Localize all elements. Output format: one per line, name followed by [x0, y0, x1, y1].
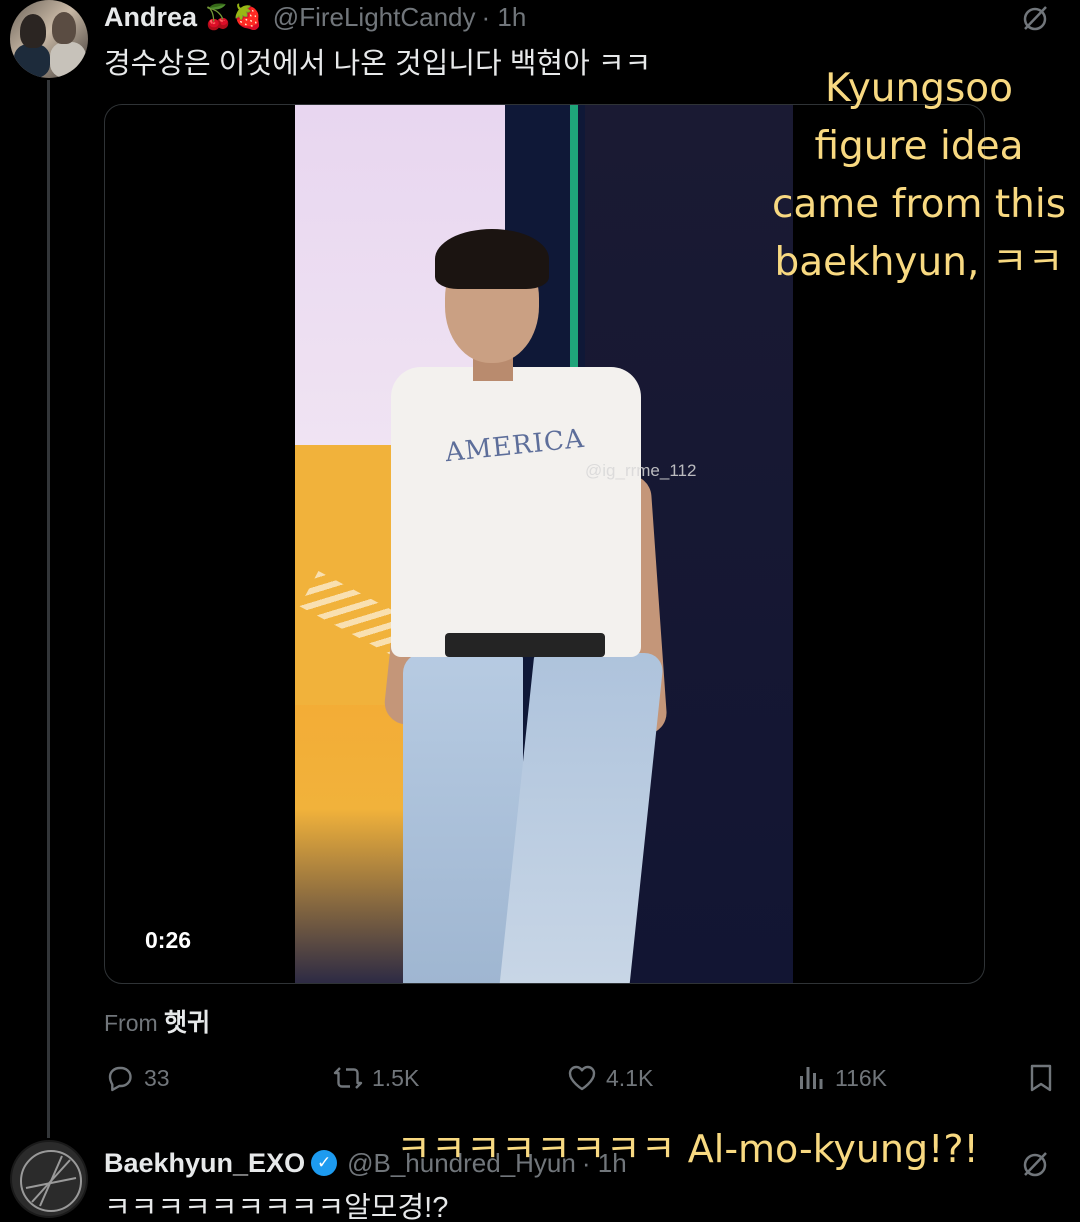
video-attribution[interactable]: From 햇귀	[104, 1003, 210, 1039]
translation-caption: Kyungsoo figure idea came from this baek…	[758, 60, 1080, 292]
caption-line: baekhyun, ㅋㅋ	[774, 240, 1064, 285]
tweet-text: ㅋㅋㅋㅋㅋㅋㅋㅋㅋ알모경!?	[104, 1192, 449, 1222]
video-frame[interactable]: AMERICA @ig_rrme_112	[295, 105, 793, 983]
caption-line: figure idea	[814, 124, 1024, 169]
views-icon	[800, 1067, 823, 1089]
tweet-text: 경수상은 이것에서 나온 것입니다 백현아 ㅋㅋ	[104, 48, 652, 80]
grok-icon[interactable]	[1020, 1150, 1050, 1180]
grok-icon[interactable]	[1020, 4, 1050, 34]
caption-line: Kyungsoo	[824, 66, 1014, 111]
views-button[interactable]: 116K	[795, 1060, 887, 1096]
bookmark-button[interactable]	[1025, 1060, 1057, 1096]
timestamp[interactable]: · 1h	[482, 2, 527, 33]
retweet-count: 1.5K	[372, 1064, 420, 1091]
avatar[interactable]	[10, 0, 88, 78]
from-prefix: From	[104, 1010, 158, 1036]
display-name[interactable]: Baekhyun_EXO	[104, 1148, 305, 1179]
display-name[interactable]: Andrea	[104, 2, 197, 33]
retweet-icon	[333, 1067, 363, 1089]
reply-count: 33	[144, 1064, 170, 1091]
name-emojis: 🍒🍓	[203, 3, 263, 31]
thread-connector-line	[47, 80, 50, 1138]
reply-translation-caption: ㅋㅋㅋㅋㅋㅋㅋㅋ Al-mo-kyung!?!	[396, 1127, 979, 1171]
video-watermark: @ig_rrme_112	[585, 461, 697, 480]
thread-screenshot: Andrea 🍒🍓 @FireLightCandy · 1h 경수상은 이것에서…	[0, 0, 1080, 1222]
reply-button[interactable]: 33	[104, 1060, 170, 1096]
bookmark-icon	[1030, 1064, 1052, 1092]
user-handle[interactable]: @FireLightCandy	[273, 2, 476, 33]
like-count: 4.1K	[606, 1064, 654, 1091]
avatar[interactable]	[10, 1140, 88, 1218]
from-source[interactable]: 햇귀	[164, 1009, 210, 1037]
like-icon	[568, 1065, 596, 1091]
view-count: 116K	[835, 1064, 888, 1091]
avatar-logo-icon	[20, 1150, 82, 1212]
video-duration: 0:26	[145, 927, 192, 953]
caption-line: came from this	[771, 182, 1067, 227]
tweet-header: Andrea 🍒🍓 @FireLightCandy · 1h	[104, 0, 526, 34]
reply-icon	[108, 1066, 132, 1092]
like-button[interactable]: 4.1K	[566, 1060, 653, 1096]
retweet-button[interactable]: 1.5K	[332, 1060, 419, 1096]
verified-badge-icon: ✓	[311, 1150, 338, 1176]
